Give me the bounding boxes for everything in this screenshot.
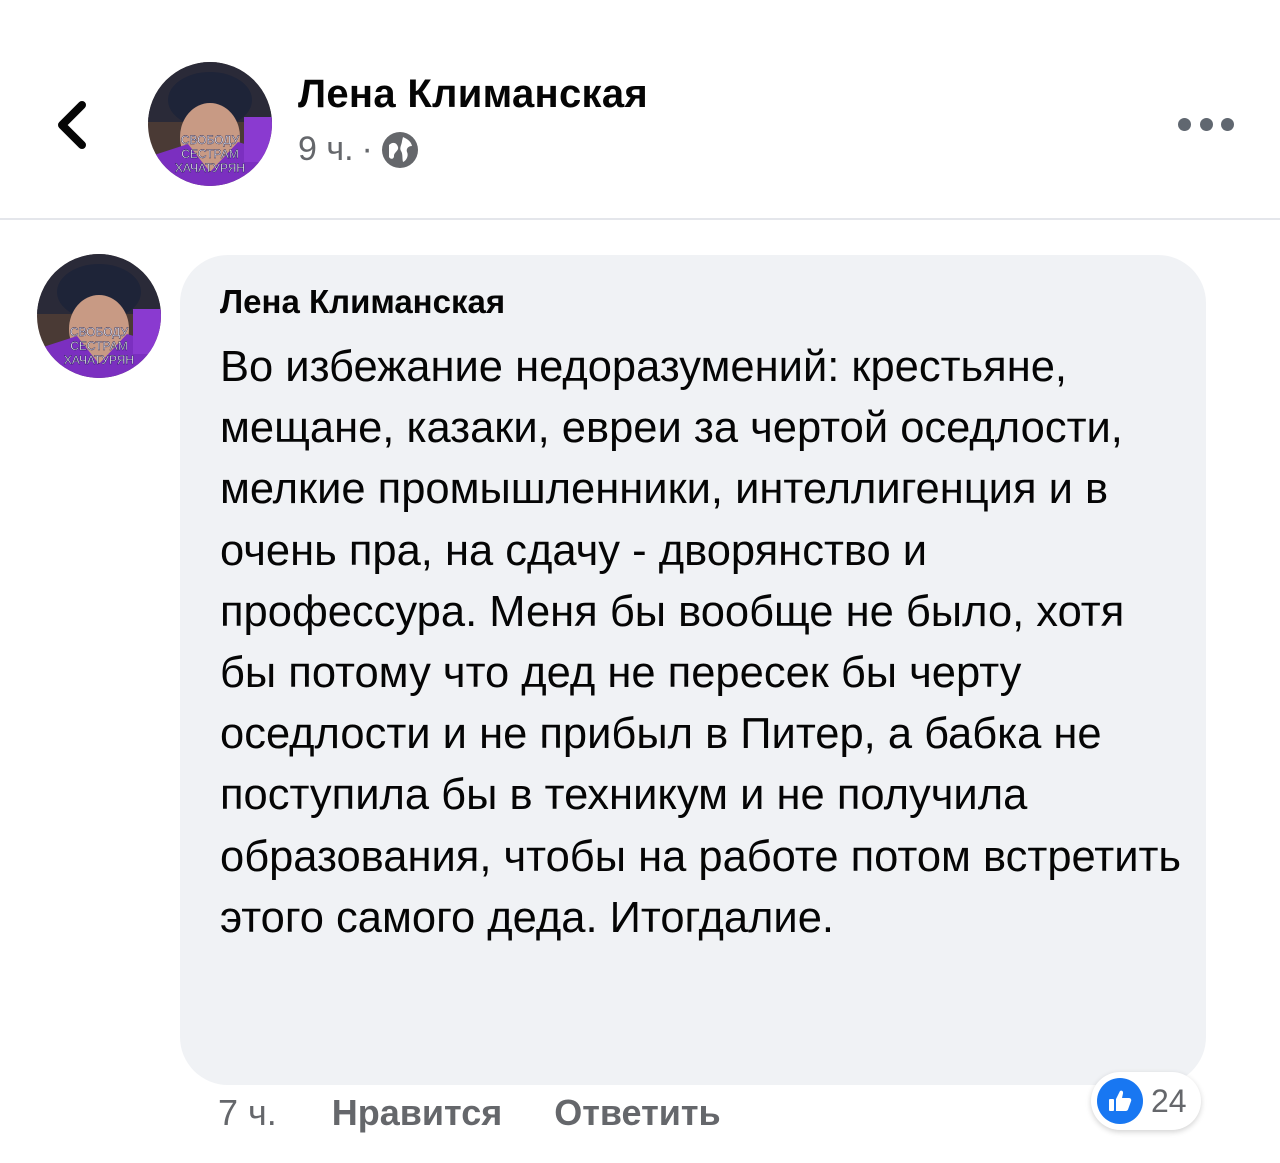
- comment-bubble: Лена Климанская Во избежание недоразумен…: [180, 255, 1206, 1085]
- reaction-count: 24: [1151, 1082, 1187, 1119]
- more-dot-icon: [1199, 117, 1213, 131]
- thumbs-up-icon: [1097, 1078, 1143, 1124]
- avatar-caption-3: ХАЧАТУРЯН: [175, 161, 245, 175]
- avatar-caption-1: СВОБОДУ: [70, 325, 129, 339]
- more-options-button[interactable]: [1178, 104, 1234, 144]
- avatar-caption-2: СЕСТРАМ: [70, 339, 127, 353]
- post-meta: 9 ч. ·: [298, 130, 419, 169]
- meta-separator: ·: [361, 130, 373, 168]
- more-dot-icon: [1221, 117, 1234, 131]
- avatar-image: СВОБОДУ СЕСТРАМ ХАЧАТУРЯН: [148, 62, 272, 186]
- back-button[interactable]: [50, 95, 100, 155]
- reaction-summary[interactable]: 24: [1091, 1072, 1201, 1130]
- comment-author-name[interactable]: Лена Климанская: [220, 283, 505, 321]
- avatar-caption-1: СВОБОДУ: [181, 133, 240, 147]
- thumbs-up-glyph: [1109, 1090, 1132, 1111]
- avatar-image: СВОБОДУ СЕСТРАМ ХАЧАТУРЯН: [37, 254, 161, 378]
- post-header: СВОБОДУ СЕСТРАМ ХАЧАТУРЯН Лена Климанска…: [0, 0, 1280, 220]
- post-author-name[interactable]: Лена Климанская: [298, 72, 648, 117]
- avatar-caption-2: СЕСТРАМ: [181, 147, 238, 161]
- avatar-caption-3: ХАЧАТУРЯН: [64, 353, 134, 367]
- comment-text: Во избежание недоразумений: крестьяне, м…: [220, 343, 1182, 942]
- comment-actions: 7 ч. Нравится Ответить: [218, 1092, 721, 1134]
- more-dot-icon: [1178, 117, 1191, 131]
- post-time[interactable]: 9 ч.: [298, 130, 354, 169]
- comment-avatar[interactable]: СВОБОДУ СЕСТРАМ ХАЧАТУРЯН: [37, 254, 161, 378]
- reply-button[interactable]: Ответить: [554, 1092, 720, 1134]
- comment-time[interactable]: 7 ч.: [218, 1092, 277, 1134]
- chevron-left-icon: [58, 101, 86, 149]
- like-button[interactable]: Нравится: [332, 1092, 502, 1134]
- globe-icon: [381, 131, 418, 168]
- author-avatar[interactable]: СВОБОДУ СЕСТРАМ ХАЧАТУРЯН: [148, 62, 272, 186]
